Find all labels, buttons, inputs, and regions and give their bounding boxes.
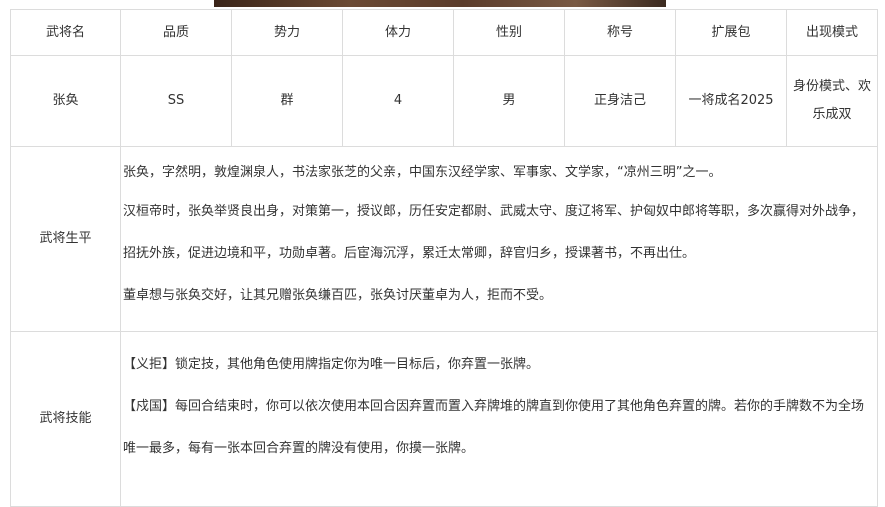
- general-faction: 群: [231, 55, 343, 147]
- bio-content: 张奂，字然明，敦煌渊泉人，书法家张芝的父亲，中国东汉经学家、军事家、文学家，“凉…: [120, 146, 878, 332]
- skill-content: 【义拒】锁定技，其他角色使用牌指定你为唯一目标后，你弃置一张牌。 【戍国】每回合…: [120, 331, 878, 507]
- skill-item: 【戍国】每回合结束时，你可以依次使用本回合因弃置而置入弃牌堆的牌直到你使用了其他…: [123, 386, 873, 470]
- general-quality: SS: [120, 55, 232, 147]
- header-faction: 势力: [231, 9, 343, 56]
- general-pack: 一将成名2025: [675, 55, 787, 147]
- header-name: 武将名: [10, 9, 121, 56]
- bio-paragraph: 董卓想与张奂交好，让其兄赠张奂缣百匹，张奂讨厌董卓为人，拒而不受。: [123, 288, 553, 303]
- skill-row: 武将技能 【义拒】锁定技，其他角色使用牌指定你为唯一目标后，你弃置一张牌。 【戍…: [10, 331, 878, 507]
- header-row: 武将名 品质 势力 体力 性别 称号 扩展包 出现模式: [10, 9, 878, 56]
- header-mode: 出现模式: [786, 9, 878, 56]
- bio-paragraph: 汉桓帝时，张奂举贤良出身，对策第一，授议郎，历任安定都尉、武威太守、度辽将军、护…: [123, 204, 865, 261]
- general-name: 张奂: [10, 55, 121, 147]
- general-mode: 身份模式、欢乐成双: [786, 55, 878, 147]
- header-gender: 性别: [453, 9, 565, 56]
- skill-text: 锁定技，其他角色使用牌指定你为唯一目标后，你弃置一张牌。: [175, 357, 540, 372]
- header-title: 称号: [564, 9, 676, 56]
- header-quality: 品质: [120, 9, 232, 56]
- skill-item: 【义拒】锁定技，其他角色使用牌指定你为唯一目标后，你弃置一张牌。: [123, 344, 873, 386]
- bio-label: 武将生平: [10, 146, 121, 332]
- bio-paragraph: 张奂，字然明，敦煌渊泉人，书法家张芝的父亲，中国东汉经学家、军事家、文学家，“凉…: [123, 165, 722, 180]
- general-row: 张奂 SS 群 4 男 正身洁己 一将成名2025 身份模式、欢乐成双: [10, 55, 878, 147]
- skill-name: 【戍国】: [123, 399, 176, 414]
- general-info-table: 武将名 品质 势力 体力 性别 称号 扩展包 出现模式 张奂 SS 群 4 男 …: [10, 9, 878, 507]
- general-gender: 男: [453, 55, 565, 147]
- general-hp: 4: [342, 55, 454, 147]
- general-title: 正身洁己: [564, 55, 676, 147]
- skill-label: 武将技能: [10, 331, 121, 507]
- hero-image-strip: [214, 0, 666, 7]
- header-pack: 扩展包: [675, 9, 787, 56]
- header-hp: 体力: [342, 9, 454, 56]
- bio-row: 武将生平 张奂，字然明，敦煌渊泉人，书法家张芝的父亲，中国东汉经学家、军事家、文…: [10, 146, 878, 332]
- skill-text: 每回合结束时，你可以依次使用本回合因弃置而置入弃牌堆的牌直到你使用了其他角色弃置…: [123, 399, 865, 456]
- skill-name: 【义拒】: [123, 357, 176, 372]
